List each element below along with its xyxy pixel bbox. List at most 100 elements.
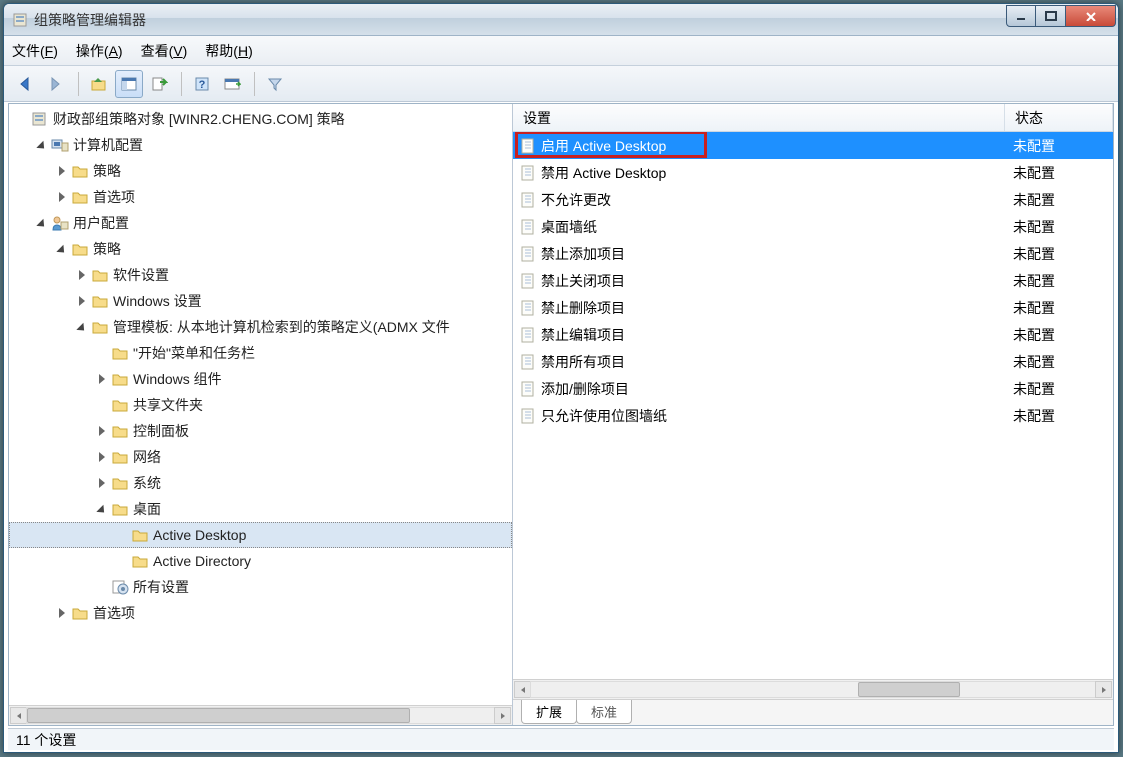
tree-item[interactable]: 控制面板	[9, 418, 512, 444]
tree-item[interactable]: "开始"菜单和任务栏	[9, 340, 512, 366]
list-row[interactable]: 禁止关闭项目未配置	[513, 267, 1113, 294]
column-name[interactable]: 设置	[513, 104, 1005, 131]
tree-item[interactable]: 网络	[9, 444, 512, 470]
app-icon	[12, 12, 28, 28]
tree-item[interactable]: 管理模板: 从本地计算机检索到的策略定义(ADMX 文件	[9, 314, 512, 340]
tab-extended[interactable]: 扩展	[521, 700, 577, 724]
tree-item[interactable]: 用户配置	[9, 210, 512, 236]
list-row[interactable]: 禁止编辑项目未配置	[513, 321, 1113, 348]
tree-item-label: 首选项	[93, 187, 135, 207]
tree-item[interactable]: 策略	[9, 158, 512, 184]
tree-item[interactable]: 软件设置	[9, 262, 512, 288]
tree-item[interactable]: 共享文件夹	[9, 392, 512, 418]
tree-root-label: 财政部组策略对象 [WINR2.CHENG.COM] 策略	[53, 109, 345, 129]
maximize-button[interactable]	[1036, 5, 1066, 27]
folder-icon	[71, 605, 89, 621]
folder-icon	[111, 501, 129, 517]
toolbar: ?	[4, 66, 1118, 102]
tree-h-scrollbar[interactable]	[9, 705, 512, 725]
menu-h[interactable]: 帮助(H)	[205, 41, 252, 61]
no-expand	[95, 580, 109, 594]
list-row-state: 未配置	[1013, 325, 1113, 345]
list-row[interactable]: 桌面墙纸未配置	[513, 213, 1113, 240]
tree-item[interactable]: Windows 组件	[9, 366, 512, 392]
menubar: 文件(F) 操作(A) 查看(V) 帮助(H)	[4, 36, 1118, 66]
tree-item[interactable]: 计算机配置	[9, 132, 512, 158]
list-row[interactable]: 不允许更改未配置	[513, 186, 1113, 213]
tree-item[interactable]: 首选项	[9, 184, 512, 210]
collapse-icon[interactable]	[95, 502, 109, 516]
tree-item[interactable]: Active Desktop	[9, 522, 512, 548]
list-row[interactable]: 启用 Active Desktop未配置	[513, 132, 1113, 159]
list-row[interactable]: 禁止添加项目未配置	[513, 240, 1113, 267]
expand-icon[interactable]	[55, 164, 69, 178]
tree-item[interactable]: 系统	[9, 470, 512, 496]
minimize-button[interactable]	[1006, 5, 1036, 27]
collapse-icon[interactable]	[55, 242, 69, 256]
tree-view[interactable]: 财政部组策略对象 [WINR2.CHENG.COM] 策略计算机配置策略首选项用…	[9, 104, 512, 705]
tree-item[interactable]: 桌面	[9, 496, 512, 522]
back-button[interactable]	[12, 70, 40, 98]
titlebar[interactable]: 组策略管理编辑器	[4, 4, 1118, 36]
policy-icon	[519, 246, 537, 262]
scroll-icon	[31, 111, 49, 127]
list-row-label: 不允许更改	[541, 190, 1013, 210]
status-text: 11 个设置	[16, 730, 76, 750]
tree-item[interactable]: 策略	[9, 236, 512, 262]
list-row[interactable]: 禁用所有项目未配置	[513, 348, 1113, 375]
tree-item-label: 软件设置	[113, 265, 169, 285]
expand-icon[interactable]	[75, 294, 89, 308]
menu-a[interactable]: 操作(A)	[76, 41, 123, 61]
list-header[interactable]: 设置 状态	[513, 104, 1113, 132]
close-button[interactable]	[1066, 5, 1116, 27]
forward-button[interactable]	[42, 70, 70, 98]
expand-icon[interactable]	[55, 190, 69, 204]
list-row-label: 禁止删除项目	[541, 298, 1013, 318]
menu-f[interactable]: 文件(F)	[12, 41, 58, 61]
tree-item-label: 控制面板	[133, 421, 189, 441]
list-row-label: 添加/删除项目	[541, 379, 1013, 399]
menu-v[interactable]: 查看(V)	[141, 41, 188, 61]
collapse-icon[interactable]	[35, 138, 49, 152]
tree-item[interactable]: Windows 设置	[9, 288, 512, 314]
export-button[interactable]	[145, 70, 173, 98]
tree-item-label: 管理模板: 从本地计算机检索到的策略定义(ADMX 文件	[113, 317, 450, 337]
expand-icon[interactable]	[95, 372, 109, 386]
statusbar: 11 个设置	[8, 728, 1114, 750]
list-row-label: 禁用 Active Desktop	[541, 163, 1013, 183]
folder-icon	[111, 371, 129, 387]
tree-item[interactable]: 所有设置	[9, 574, 512, 600]
column-state[interactable]: 状态	[1005, 104, 1113, 131]
tree-item[interactable]: 首选项	[9, 600, 512, 626]
list-row-label: 禁止关闭项目	[541, 271, 1013, 291]
collapse-icon[interactable]	[75, 320, 89, 334]
tree-item-label: 所有设置	[133, 577, 189, 597]
expand-icon[interactable]	[95, 424, 109, 438]
expand-icon[interactable]	[95, 450, 109, 464]
expand-icon[interactable]	[95, 476, 109, 490]
tab-standard[interactable]: 标准	[576, 700, 632, 724]
folder-icon	[131, 553, 149, 569]
list-row-label: 禁止添加项目	[541, 244, 1013, 264]
up-folder-button[interactable]	[85, 70, 113, 98]
list-row[interactable]: 禁用 Active Desktop未配置	[513, 159, 1113, 186]
folder-icon	[91, 293, 109, 309]
list-row[interactable]: 只允许使用位图墙纸未配置	[513, 402, 1113, 429]
show-tree-button[interactable]	[115, 70, 143, 98]
filter-button[interactable]	[261, 70, 289, 98]
collapse-icon[interactable]	[35, 216, 49, 230]
list-row[interactable]: 添加/删除项目未配置	[513, 375, 1113, 402]
list-row[interactable]: 禁止删除项目未配置	[513, 294, 1113, 321]
list-body[interactable]: 启用 Active Desktop未配置禁用 Active Desktop未配置…	[513, 132, 1113, 679]
tree-item[interactable]: Active Directory	[9, 548, 512, 574]
list-row-state: 未配置	[1013, 298, 1113, 318]
expand-icon[interactable]	[55, 606, 69, 620]
expand-icon[interactable]	[75, 268, 89, 282]
policy-icon	[519, 165, 537, 181]
tree-root[interactable]: 财政部组策略对象 [WINR2.CHENG.COM] 策略	[9, 106, 512, 132]
tree-item-label: 桌面	[133, 499, 161, 519]
tree-item-label: Active Directory	[153, 553, 251, 569]
properties-button[interactable]	[218, 70, 246, 98]
list-h-scrollbar[interactable]	[513, 679, 1113, 699]
help-button[interactable]: ?	[188, 70, 216, 98]
